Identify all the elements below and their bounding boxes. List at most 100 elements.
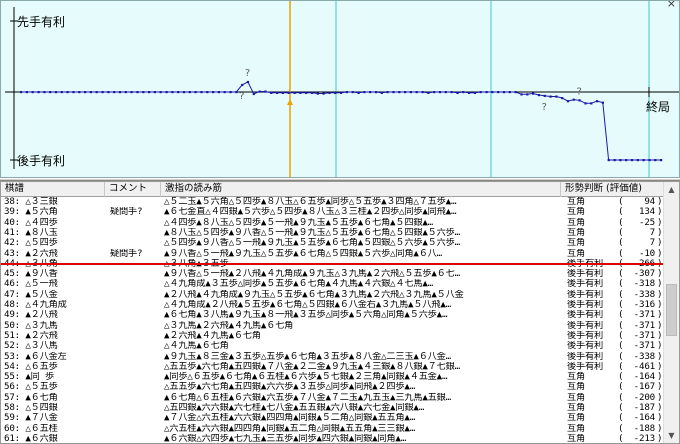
move-cell: 39: ▲５六角 xyxy=(4,207,58,218)
evaluation-point xyxy=(124,91,127,94)
move-cell: 48: △４九角成 xyxy=(4,300,67,310)
evaluation-point xyxy=(25,91,28,94)
comment-cell xyxy=(110,279,162,289)
close-icon[interactable]: × xyxy=(667,1,676,10)
move-cell: 40: △４四歩 xyxy=(4,217,58,228)
evaluation-point xyxy=(386,91,389,94)
comment-cell xyxy=(110,403,162,413)
pv-cell: △４四歩▲８八玉△５四歩▲５一飛▲９九玉▲５五歩▲６七角▲５四銀▲… xyxy=(164,217,434,228)
evaluation-point xyxy=(485,91,488,94)
evaluation-point xyxy=(287,91,290,94)
evaluation-point xyxy=(590,102,593,105)
move-row[interactable]: 56: △５五歩 △五五歩▲六七角▲五四銀▲六六歩▲３五歩△同歩▲同飛▲２四歩▲…… xyxy=(1,382,665,392)
evaluation-point xyxy=(299,91,302,94)
header-comment[interactable]: コメント xyxy=(105,182,161,197)
move-row[interactable]: 57: ▲６七角 ▲６七角△６五桂▲６六銀▲六五歩▲７八金▲７二玉▲九五玉▲三九馬… xyxy=(1,393,665,403)
move-row[interactable]: 58: △５四銀 △五四銀▲六六銀▲六七桂▲七八金▲五五銀▲六八銀▲六七金▲同銀▲… xyxy=(1,403,665,413)
move-analysis-list[interactable]: 棋譜 コメント 激指の読み筋 形勢判断 (評価値) 38: △３三銀 △５二玉▲５… xyxy=(0,181,680,444)
move-row[interactable]: 40: △４四歩 △４四歩▲８八玉△５四歩▲５一飛▲９九玉▲５五歩▲６七角▲５四銀… xyxy=(1,218,665,228)
comment-cell xyxy=(110,331,162,341)
evaluation-point xyxy=(281,91,284,94)
move-row[interactable]: 45: ▲９八香 ▲９八香△５一飛▲２八飛▲４九角成▲９九玉△３九馬▲２六飛△５五… xyxy=(1,269,665,279)
move-row[interactable]: 49: ▲２八飛 ▲６七角▲３八馬▲９九玉▲８一飛▲３五歩△同歩▲５六角△同角▲５… xyxy=(1,310,665,320)
evaluation-point xyxy=(578,99,581,102)
evaluation-point xyxy=(316,92,319,95)
evaluation-point xyxy=(543,94,546,97)
questionable-move-mark: ? xyxy=(577,86,582,97)
evaluation-graph[interactable]: ???? 先手有利 後手有利 終局 × xyxy=(0,0,680,178)
evaluation-point xyxy=(142,91,145,94)
move-row[interactable]: 61: ▲６六銀 ▲６六銀△六四歩▲七九玉▲三五歩▲同歩▲四六銀▲同銀▲同角▲… 互… xyxy=(1,434,665,443)
pv-cell: ▲６七角△６五桂▲６六銀▲六五歩▲７八金▲７二玉▲九五玉▲三九馬▲五銀… xyxy=(164,392,451,403)
move-row[interactable]: 52: △３八馬 △４九馬▲６七角 後手有利(-371) xyxy=(1,341,665,351)
evaluation-point xyxy=(584,102,587,105)
move-row[interactable]: 51: ▲２六飛 ▲２六飛▲４九馬▲６七角 後手有利(-371) xyxy=(1,331,665,341)
move-row[interactable]: 41: ▲８八玉 ▲８八玉△５四歩▲９八香△５一飛▲９九玉△５五歩▲６七角△５四銀… xyxy=(1,228,665,238)
move-row[interactable]: 54: △６五歩 △五五歩▲六七角▲五四銀▲７八金▲２二金▲９九玉▲４三銀▲８八銀… xyxy=(1,362,665,372)
evaluation-point xyxy=(276,91,279,94)
move-row[interactable]: 39: ▲５六角 疑問手? ▲６七金直△４四銀▲５六歩△５四歩▲８八玉△３三桂▲２四… xyxy=(1,207,665,217)
evaluation-point xyxy=(491,91,494,94)
judgement-cell: 後手有利 xyxy=(567,341,603,352)
judgement-cell: 互角 xyxy=(567,197,585,207)
evaluation-point xyxy=(188,91,191,94)
pv-cell: ▲２六飛▲４九馬▲６七角 xyxy=(164,330,261,341)
move-row[interactable]: 50: △３九馬 △３九馬▲２六飛▲４九馬▲６七角 後手有利(-371) xyxy=(1,321,665,331)
evaluation-point xyxy=(78,91,81,94)
vertical-scrollbar[interactable]: ▲ ▼ xyxy=(663,182,679,443)
evaluation-point xyxy=(468,91,471,94)
move-cell: 61: ▲６六銀 xyxy=(4,433,58,443)
header-move[interactable]: 棋譜 xyxy=(1,182,105,197)
comment-cell xyxy=(110,434,162,443)
evaluation-point xyxy=(200,91,203,94)
move-row[interactable]: 42: △５四歩 △５四歩▲９八香△５一飛▲９九玉▲５五歩▲６七角▲５四銀△５六歩… xyxy=(1,238,665,248)
move-row[interactable]: 38: △３三銀 △５二玉▲５六角△５四歩▲８八玉△６五歩▲同歩△５五歩▲３四角△… xyxy=(1,197,665,207)
evaluation-point xyxy=(43,91,46,94)
pv-cell: △４九角成▲２八飛▲５五歩▲６七角△５四銀▲６八金右▲３九馬▲５八飛▲… xyxy=(164,300,451,310)
score-cell: 7 xyxy=(649,227,655,238)
header-judgement[interactable]: 形勢判断 (評価値) xyxy=(561,182,665,197)
header-pv[interactable]: 激指の読み筋 xyxy=(161,182,561,197)
evaluation-point xyxy=(95,91,98,94)
evaluation-point xyxy=(462,91,465,94)
comment-cell xyxy=(110,238,162,248)
evaluation-point xyxy=(252,92,255,96)
evaluation-point xyxy=(217,91,220,94)
comment-cell xyxy=(110,321,162,331)
pv-cell: △５二玉▲５六角△５四歩▲８八玉△６五歩▲同歩△５五歩▲３四角△７五歩▲… xyxy=(164,197,457,207)
move-row[interactable]: 47: ▲５八金 ▲２八飛▲４九角成▲９九玉△５五歩▲６七角▲３九馬▲２六飛△３九… xyxy=(1,290,665,300)
evaluation-graph-canvas[interactable]: ???? xyxy=(1,1,680,178)
score-cell: -338 xyxy=(633,351,655,362)
evaluation-point xyxy=(159,91,162,94)
move-row[interactable]: 48: △４九角成 △４九角成▲２八飛▲５五歩▲６七角△５四銀▲６八金右▲３九馬▲… xyxy=(1,300,665,310)
judgement-cell: 後手有利 xyxy=(567,351,603,362)
evaluation-point xyxy=(456,91,459,94)
scrollbar-thumb[interactable] xyxy=(666,284,677,336)
move-row[interactable]: 43: ▲２六飛 疑問手? ▲９八香△５一飛▲９九玉△５五歩▲６七角△５四銀▲５六歩… xyxy=(1,249,665,259)
move-row[interactable]: 60: △６五桂 △六五桂▲六六銀▲四四角▲同銀▲五二角△同銀▲五五角▲三三銀▲…… xyxy=(1,424,665,434)
evaluation-point xyxy=(130,91,133,94)
move-row[interactable]: 46: △５一飛 △４九角成▲３五歩△同歩▲５五歩▲６七角▲４九馬▲４六銀△４七馬… xyxy=(1,279,665,289)
move-cell: 60: △６五桂 xyxy=(4,423,58,434)
move-row[interactable]: 53: ▲６八金左 ▲９九玉▲８三金▲３五歩△五歩▲６七角▲３五歩▲８八金△二三玉… xyxy=(1,352,665,362)
evaluation-point xyxy=(101,91,104,94)
evaluation-point xyxy=(54,91,58,94)
move-row[interactable]: 55: ▲同 歩 ▲同歩△６五歩▲６七角▲６五桂▲６六歩▲５七銀▲２三角▲同銀▲４… xyxy=(1,372,665,382)
move-row[interactable]: 59: ▲７八金 ▲７八金△六五桂▲六六銀▲四四角▲同銀▲５二角△同銀▲五五角▲…… xyxy=(1,413,665,423)
pv-cell: ▲８八玉△５四歩▲９八香△５一飛▲９九玉△５五歩▲６七角△５四銀▲５六歩… xyxy=(164,227,460,238)
score-cell: -10 xyxy=(639,248,655,259)
pv-cell: ▲９九玉▲８三金▲３五歩△五歩▲６七角▲３五歩▲８八金△二三玉▲６八金… xyxy=(164,351,451,362)
scroll-up-icon[interactable]: ▲ xyxy=(664,182,679,197)
evaluation-series xyxy=(20,80,663,162)
evaluation-point xyxy=(136,91,139,94)
evaluation-point xyxy=(182,91,186,94)
evaluation-point xyxy=(310,91,314,94)
evaluation-point xyxy=(363,91,366,94)
pv-cell: △六五桂▲六六銀▲四四角▲同銀▲五二角△同銀▲五五角▲三三銀▲… xyxy=(164,423,416,434)
evaluation-point xyxy=(171,91,174,94)
evaluation-point xyxy=(555,95,558,98)
evaluation-point xyxy=(532,92,535,95)
pv-cell: ▲６七金直△４四銀▲５六歩△５四歩▲８八玉△３三桂▲２四歩△同歩▲同飛▲… xyxy=(164,207,457,218)
scroll-down-icon[interactable]: ▼ xyxy=(664,428,679,443)
cursor-arrow-icon xyxy=(287,99,293,105)
